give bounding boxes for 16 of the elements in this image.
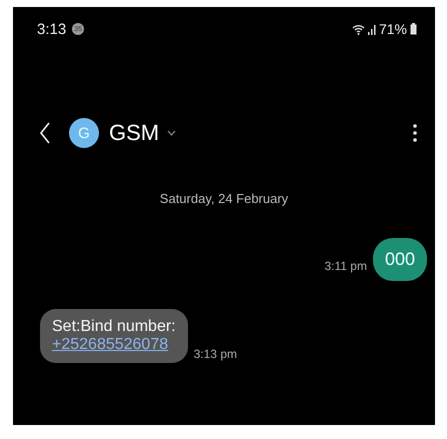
wifi-icon bbox=[352, 24, 365, 34]
message-time: 3:13 pm bbox=[194, 347, 237, 361]
contact-avatar: G bbox=[69, 118, 99, 148]
phone-link[interactable]: +252685526078 bbox=[52, 336, 176, 354]
chevron-down-icon[interactable] bbox=[167, 130, 176, 136]
signal-icon bbox=[368, 24, 376, 34]
sent-message: 000 bbox=[372, 238, 427, 281]
back-icon[interactable] bbox=[39, 122, 51, 144]
contact-name: GSM bbox=[109, 120, 160, 146]
date-divider: Saturday, 24 February bbox=[160, 191, 288, 206]
status-time: 3:13 bbox=[37, 20, 66, 38]
battery-percent: 71% bbox=[378, 21, 407, 37]
message-text: Set:Bind number: bbox=[52, 318, 176, 336]
message-time: 3:11 pm bbox=[324, 259, 367, 273]
more-options-icon[interactable] bbox=[413, 124, 417, 142]
battery-icon bbox=[410, 23, 417, 35]
